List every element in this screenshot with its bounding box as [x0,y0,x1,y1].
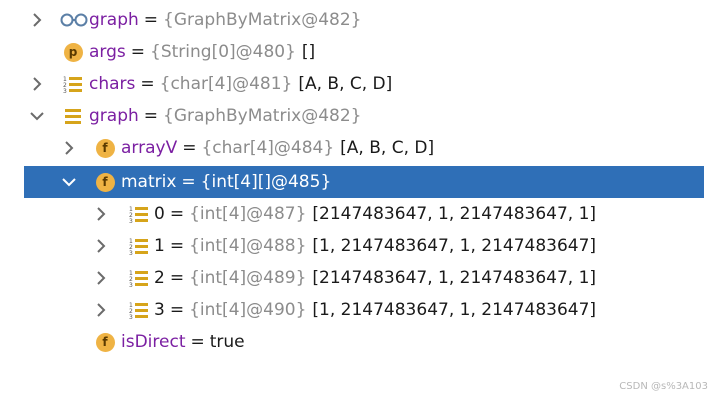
variable-value: true [209,332,245,352]
equals-sign: = [169,236,185,256]
chevron-down-icon[interactable] [28,107,46,125]
variable-type: {int[4][]@485} [200,172,332,192]
row-text: graph = {GraphByMatrix@482} [89,100,362,132]
variable-name: arrayV [121,138,178,158]
equals-sign: = [169,268,185,288]
svg-text:3: 3 [129,314,133,320]
row-text: matrix = {int[4][]@485} [121,166,331,198]
tree-row-args[interactable]: p args = {String[0]@480} [] [0,36,718,68]
equals-sign: = [181,172,196,192]
row-text: arrayV = {char[4]@484} [A, B, C, D] [121,132,434,164]
variable-type: {char[4]@484} [201,138,335,158]
equals-sign: = [130,42,146,62]
chevron-right-icon[interactable] [92,205,110,223]
chevron-right-icon[interactable] [28,11,46,29]
field-icon: f [94,171,116,193]
variable-value: [A, B, C, D] [340,138,435,158]
tree-row-graph-watch[interactable]: graph = {GraphByMatrix@482} [0,4,718,36]
chevron-right-icon[interactable] [92,301,110,319]
tree-row-isDirect[interactable]: f isDirect = true [0,326,718,358]
tree-row-matrix-3[interactable]: 123 3 = {int[4]@490} [1, 2147483647, 1, … [0,294,718,326]
variable-name: 0 [154,204,165,224]
tree-row-matrix-1[interactable]: 123 1 = {int[4]@488} [1, 2147483647, 1, … [0,230,718,262]
watermark: CSDN @s%3A103 [619,381,708,392]
svg-text:3: 3 [63,88,67,94]
variable-type: {int[4]@490} [189,300,307,320]
variable-type: {int[4]@489} [189,268,307,288]
row-text: isDirect = true [121,326,245,358]
variables-tree: graph = {GraphByMatrix@482} p args = {St… [0,0,718,402]
array-icon: 123 [128,267,150,289]
field-icon: f [94,137,116,159]
variable-name: isDirect [121,332,186,352]
variable-name: 3 [154,300,165,320]
tree-row-matrix[interactable]: f matrix = {int[4][]@485} [24,166,704,198]
svg-text:3: 3 [129,282,133,288]
row-text: args = {String[0]@480} [] [89,36,315,68]
tree-row-chars[interactable]: 123 chars = {char[4]@481} [A, B, C, D] [0,68,718,100]
variable-value: [1, 2147483647, 1, 2147483647] [312,300,597,320]
variable-value: [] [301,42,316,62]
array-icon: 123 [128,235,150,257]
svg-text:3: 3 [129,250,133,256]
equals-sign: = [143,106,159,126]
variable-value: [A, B, C, D] [298,74,393,94]
variable-type: {char[4]@481} [159,74,293,94]
array-icon: 123 [128,299,150,321]
field-badge: f [95,172,115,192]
chevron-right-icon[interactable] [92,269,110,287]
array-icon: 123 [128,203,150,225]
chevron-down-icon[interactable] [60,173,78,191]
equals-sign: = [143,10,159,30]
variable-type: {GraphByMatrix@482} [163,10,362,30]
array-icon: 123 [62,73,84,95]
field-icon: f [94,331,116,353]
tree-row-matrix-0[interactable]: 123 0 = {int[4]@487} [2147483647, 1, 214… [0,198,718,230]
variable-name: matrix [121,172,177,192]
variable-type: {int[4]@488} [189,236,307,256]
chevron-right-icon[interactable] [92,237,110,255]
row-text: graph = {GraphByMatrix@482} [89,4,362,36]
chevron-right-icon[interactable] [60,139,78,157]
variable-name: graph [89,10,139,30]
row-text: chars = {char[4]@481} [A, B, C, D] [89,68,392,100]
equals-sign: = [182,138,197,158]
variable-value: [2147483647, 1, 2147483647, 1] [312,204,597,224]
watch-glasses-icon [60,9,88,31]
field-badge: f [95,138,115,158]
parameter-badge: p [63,42,83,62]
object-icon [62,105,84,127]
tree-row-matrix-2[interactable]: 123 2 = {int[4]@489} [2147483647, 1, 214… [0,262,718,294]
field-badge: f [95,332,115,352]
variable-value: [2147483647, 1, 2147483647, 1] [312,268,597,288]
variable-value: [1, 2147483647, 1, 2147483647] [312,236,597,256]
row-text: 3 = {int[4]@490} [1, 2147483647, 1, 2147… [154,294,596,326]
chevron-right-icon[interactable] [28,75,46,93]
variable-name: 2 [154,268,165,288]
row-text: 2 = {int[4]@489} [2147483647, 1, 2147483… [154,262,596,294]
variable-type: {String[0]@480} [150,42,296,62]
equals-sign: = [169,300,185,320]
parameter-icon: p [62,41,84,63]
equals-sign: = [169,204,185,224]
tree-row-graph-object[interactable]: graph = {GraphByMatrix@482} [0,100,718,132]
equals-sign: = [190,332,205,352]
variable-name: chars [89,74,136,94]
row-text: 1 = {int[4]@488} [1, 2147483647, 1, 2147… [154,230,596,262]
variable-name: args [89,42,126,62]
variable-name: graph [89,106,139,126]
svg-text:3: 3 [129,218,133,224]
variable-type: {int[4]@487} [189,204,307,224]
equals-sign: = [140,74,155,94]
row-text: 0 = {int[4]@487} [2147483647, 1, 2147483… [154,198,596,230]
variable-name: 1 [154,236,165,256]
tree-row-arrayV[interactable]: f arrayV = {char[4]@484} [A, B, C, D] [0,132,718,164]
variable-type: {GraphByMatrix@482} [163,106,362,126]
